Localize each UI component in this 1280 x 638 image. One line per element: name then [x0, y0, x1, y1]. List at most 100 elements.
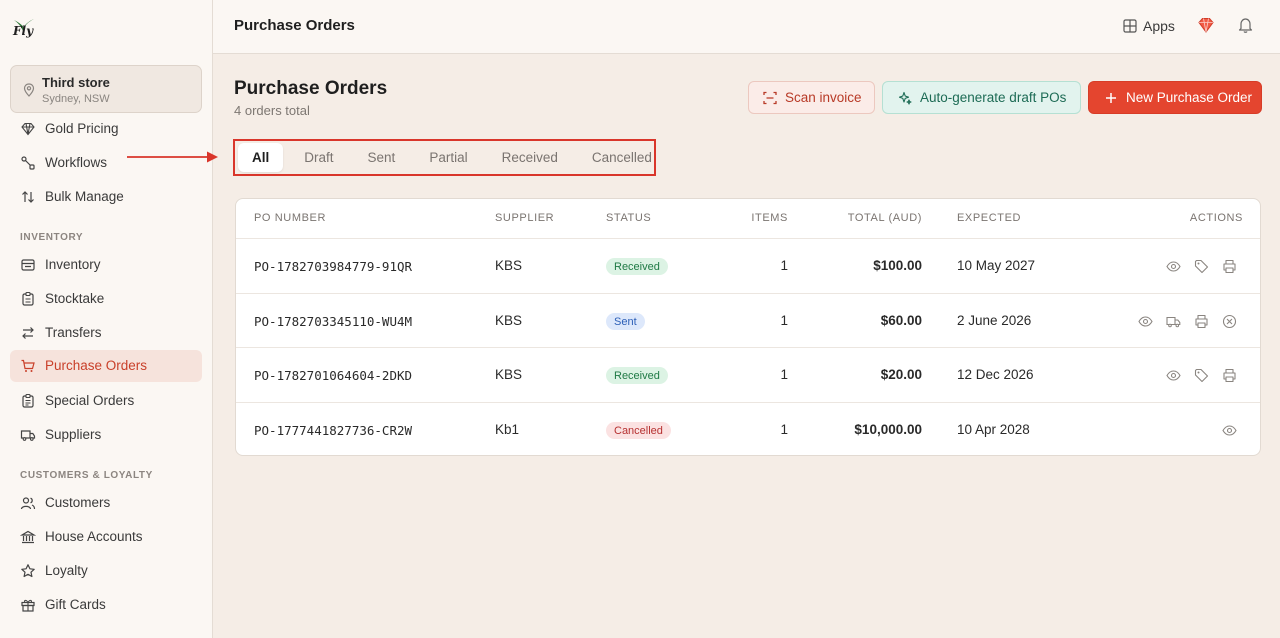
sidebar-item-label: Inventory: [45, 257, 101, 272]
store-location: Sydney, NSW: [42, 93, 110, 105]
logo-text: Fly: [13, 24, 34, 38]
gem-icon[interactable]: [1197, 16, 1215, 34]
supplier: Kb1: [495, 422, 520, 437]
transfer-icon: [22, 327, 34, 339]
order-total: $10,000.00: [854, 422, 922, 437]
column-header-supplier: SUPPLIER: [495, 212, 555, 224]
sidebar-item-purchase-orders[interactable]: Purchase Orders: [10, 350, 202, 382]
tag-icon[interactable]: [1194, 368, 1209, 383]
eye-icon[interactable]: [1222, 423, 1237, 438]
expected-date: 10 Apr 2028: [957, 422, 1030, 437]
po-number[interactable]: PO-1782703345110-WU4M: [254, 314, 412, 329]
sort-arrows-icon: [22, 191, 34, 203]
sidebar-item-label: Loyalty: [45, 563, 88, 578]
sidebar-item-label: Stocktake: [45, 291, 105, 306]
bank-icon: [20, 530, 36, 544]
po-number[interactable]: PO-1782701064604-2DKD: [254, 368, 412, 383]
eye-icon[interactable]: [1166, 368, 1181, 383]
order-total: $60.00: [880, 313, 922, 328]
status-badge: Cancelled: [606, 422, 671, 439]
store-selector[interactable]: Third store Sydney, NSW: [10, 65, 202, 113]
new-purchase-order-label: New Purchase Order: [1126, 90, 1253, 105]
column-header-total: TOTAL (AUD): [847, 212, 922, 224]
clipboard-icon: [22, 291, 34, 306]
scan-icon: [763, 91, 777, 104]
auto-generate-button[interactable]: Auto-generate draft POs: [882, 81, 1081, 114]
tab-partial[interactable]: Partial: [412, 143, 484, 172]
sidebar-item-bulk-manage[interactable]: Bulk Manage: [10, 181, 202, 213]
column-header-actions: ACTIONS: [1189, 212, 1243, 224]
column-header-status: STATUS: [606, 212, 652, 224]
items-count: 1: [780, 258, 788, 273]
diamond-icon: [21, 122, 35, 136]
grid-icon: [1123, 19, 1137, 33]
sidebar-item-label: House Accounts: [45, 529, 143, 544]
sidebar-item-special-orders[interactable]: Special Orders: [10, 385, 202, 417]
status-tabs: All Draft Sent Partial Received Cancelle…: [238, 143, 669, 172]
column-header-items: ITEMS: [751, 212, 788, 224]
section-label-customers: CUSTOMERS & LOYALTY: [20, 470, 153, 481]
column-header-po: PO NUMBER: [254, 212, 327, 224]
star-icon: [21, 564, 35, 578]
clipboard-list-icon: [22, 393, 34, 408]
sidebar-item-gold-pricing[interactable]: Gold Pricing: [10, 113, 202, 145]
printer-icon[interactable]: [1222, 368, 1237, 383]
scan-invoice-label: Scan invoice: [785, 90, 862, 105]
orders-count: 4 orders total: [234, 103, 310, 118]
tab-sent[interactable]: Sent: [351, 143, 413, 172]
sidebar-item-house-accounts[interactable]: House Accounts: [10, 521, 202, 553]
sidebar-item-label: Special Orders: [45, 393, 135, 408]
sidebar-item-stocktake[interactable]: Stocktake: [10, 283, 202, 315]
expected-date: 12 Dec 2026: [957, 367, 1034, 382]
tab-draft[interactable]: Draft: [287, 143, 350, 172]
expected-date: 2 June 2026: [957, 313, 1032, 328]
status-badge: Received: [606, 258, 668, 275]
tag-icon[interactable]: [1194, 259, 1209, 274]
sidebar-item-customers[interactable]: Customers: [10, 487, 202, 519]
auto-generate-label: Auto-generate draft POs: [920, 90, 1067, 105]
table-row[interactable]: PO-1777441827736-CR2W Kb1 Cancelled 1 $1…: [236, 402, 1260, 455]
tab-received[interactable]: Received: [485, 143, 575, 172]
sidebar-item-inventory[interactable]: Inventory: [10, 249, 202, 281]
table-row[interactable]: PO-1782701064604-2DKD KBS Received 1 $20…: [236, 347, 1260, 402]
bell-icon[interactable]: [1237, 16, 1254, 34]
table-row[interactable]: PO-1782703984779-91QR KBS Received 1 $10…: [236, 238, 1260, 293]
sidebar-item-label: Workflows: [45, 155, 108, 170]
header-title: Purchase Orders: [234, 17, 355, 34]
users-icon: [20, 497, 36, 510]
printer-icon[interactable]: [1194, 314, 1209, 329]
store-name: Third store: [42, 75, 110, 90]
scan-invoice-button[interactable]: Scan invoice: [748, 81, 875, 114]
sidebar-item-transfers[interactable]: Transfers: [10, 317, 202, 349]
po-number[interactable]: PO-1777441827736-CR2W: [254, 423, 412, 438]
sidebar-item-gift-cards[interactable]: Gift Cards: [10, 589, 202, 621]
tab-cancelled[interactable]: Cancelled: [575, 143, 669, 172]
apps-button[interactable]: Apps: [1123, 16, 1175, 36]
truck-icon: [20, 430, 36, 441]
expected-date: 10 May 2027: [957, 258, 1036, 273]
sidebar-item-suppliers[interactable]: Suppliers: [10, 419, 202, 451]
purchase-orders-table: PO NUMBER SUPPLIER STATUS ITEMS TOTAL (A…: [235, 198, 1261, 456]
location-pin-icon: [23, 83, 35, 97]
column-header-expected: EXPECTED: [957, 212, 1022, 224]
truck-icon[interactable]: [1166, 314, 1181, 329]
sidebar-item-label: Purchase Orders: [45, 358, 148, 373]
plus-icon: [1106, 92, 1116, 103]
sidebar-item-loyalty[interactable]: Loyalty: [10, 555, 202, 587]
order-total: $20.00: [880, 367, 922, 382]
eye-icon[interactable]: [1138, 314, 1153, 329]
po-number[interactable]: PO-1782703984779-91QR: [254, 259, 412, 274]
sidebar-item-label: Customers: [45, 495, 111, 510]
tab-all[interactable]: All: [238, 143, 284, 172]
supplier: KBS: [495, 313, 523, 328]
gift-icon: [21, 599, 35, 612]
top-bar: Purchase Orders Apps: [213, 0, 1280, 54]
sparkles-icon: [898, 91, 912, 105]
printer-icon[interactable]: [1222, 259, 1237, 274]
items-count: 1: [780, 313, 788, 328]
eye-icon[interactable]: [1166, 259, 1181, 274]
status-badge: Received: [606, 367, 668, 384]
cancel-circle-icon[interactable]: [1222, 314, 1237, 329]
new-purchase-order-button[interactable]: New Purchase Order: [1088, 81, 1262, 114]
table-row[interactable]: PO-1782703345110-WU4M KBS Sent 1 $60.00 …: [236, 293, 1260, 348]
